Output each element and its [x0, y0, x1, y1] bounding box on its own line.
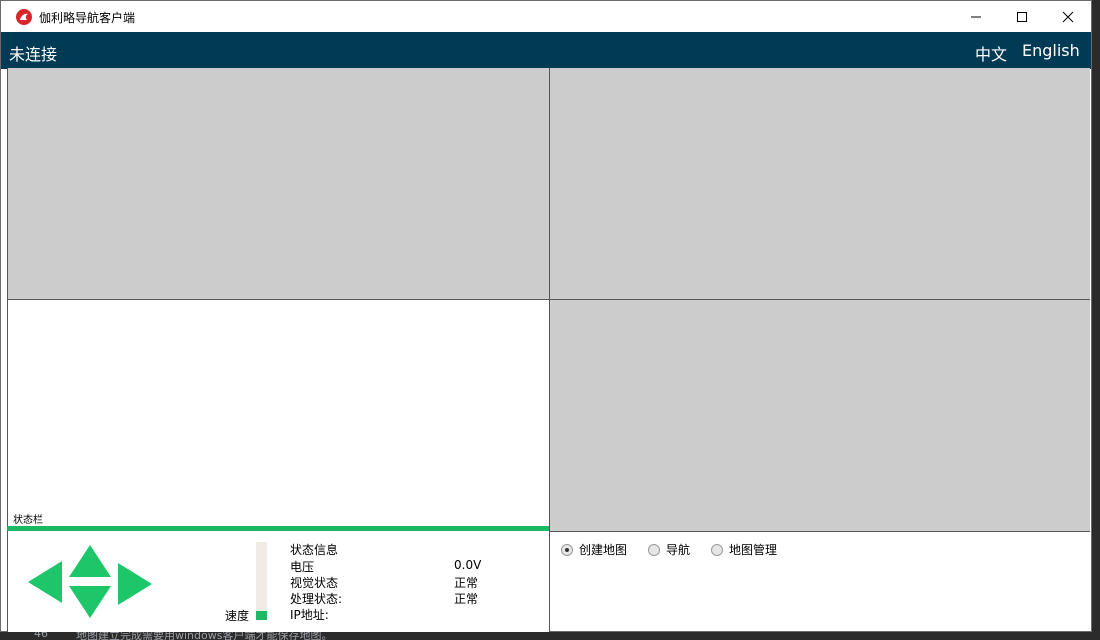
arrow-left-icon [28, 561, 62, 603]
info-value-vision: 正常 [454, 576, 479, 590]
language-english-button[interactable]: English [1022, 41, 1080, 60]
background-editor-strip [1092, 0, 1100, 640]
radio-unchecked-icon [648, 543, 660, 556]
divider-horizontal [7, 299, 1090, 300]
arrow-up-icon [69, 545, 111, 577]
language-chinese-button[interactable]: 中文 [975, 41, 1007, 65]
divider-map-bottom [550, 531, 1090, 532]
header-bar: 未连接 中文 English [1, 32, 1091, 69]
radio-create-map[interactable]: 创建地图 [561, 541, 627, 558]
maximize-icon [1017, 11, 1027, 22]
info-label-voltage: 电压 [290, 560, 315, 574]
app-logo-icon [16, 9, 32, 25]
app-root: 46 地图建立完成需要用windows客户端才能保存地图。 伽利略导航客户端 未… [0, 0, 1100, 640]
radio-checked-icon [561, 543, 573, 556]
info-header: 状态信息 [290, 543, 339, 557]
minimize-icon [971, 16, 981, 17]
map-panel[interactable] [550, 300, 1090, 531]
status-panel [7, 300, 549, 526]
arrow-up-button[interactable] [69, 545, 111, 577]
speed-slider[interactable] [256, 542, 267, 620]
radio-label: 创建地图 [579, 543, 628, 557]
info-label-processing: 处理状态: [290, 592, 343, 606]
radio-label: 导航 [666, 543, 691, 557]
info-value-processing: 正常 [454, 592, 479, 606]
close-icon [1062, 11, 1074, 22]
video-panel-top-left[interactable] [7, 68, 549, 299]
radio-navigation[interactable]: 导航 [648, 541, 690, 558]
background-text: 地图建立完成需要用windows客户端才能保存地图。 [76, 632, 333, 640]
status-bar-label: 状态栏 [13, 515, 43, 526]
background-editor-bottom: 46 地图建立完成需要用windows客户端才能保存地图。 [0, 632, 1100, 640]
info-value-voltage: 0.0V [454, 558, 482, 572]
window-title: 伽利略导航客户端 [39, 11, 136, 25]
close-button[interactable] [1045, 1, 1091, 32]
minimize-button[interactable] [953, 1, 999, 32]
speed-label: 速度 [225, 609, 250, 623]
speed-slider-fill [256, 610, 267, 620]
background-line-number: 46 [34, 632, 48, 640]
connection-status[interactable]: 未连接 [9, 41, 57, 65]
divider-vertical [549, 68, 550, 632]
radio-label: 地图管理 [729, 543, 778, 557]
arrow-down-button[interactable] [69, 586, 111, 618]
title-bar[interactable]: 伽利略导航客户端 [1, 1, 1091, 32]
arrow-right-icon [118, 563, 152, 605]
radio-unchecked-icon [711, 543, 723, 556]
video-panel-top-right[interactable] [550, 68, 1090, 299]
info-label-ip: IP地址: [290, 608, 329, 622]
info-label-vision: 视觉状态 [290, 576, 339, 590]
radio-map-management[interactable]: 地图管理 [711, 541, 777, 558]
arrow-left-button[interactable] [28, 561, 62, 603]
arrow-right-button[interactable] [118, 563, 152, 605]
maximize-button[interactable] [999, 1, 1045, 32]
arrow-down-icon [69, 586, 111, 618]
